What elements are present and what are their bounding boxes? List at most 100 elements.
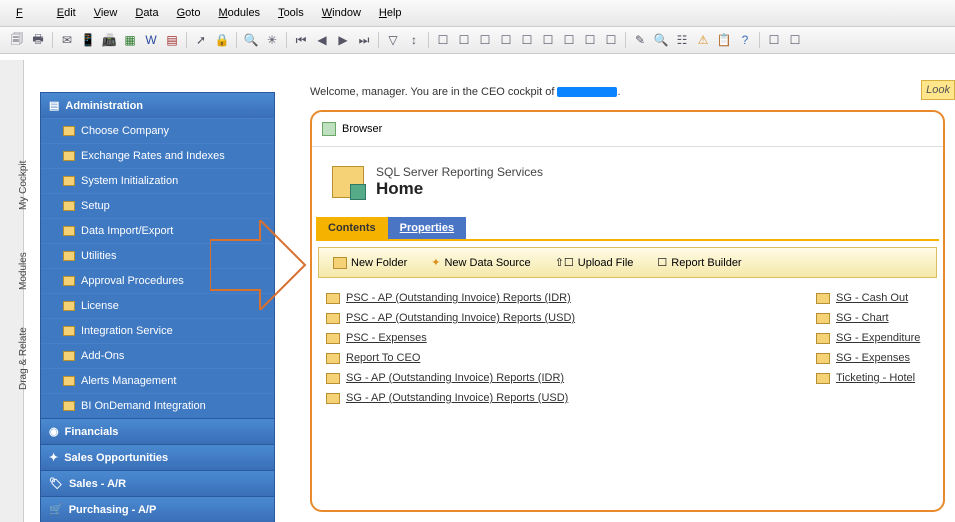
nav-section-purchasing[interactable]: 🛒Purchasing - A/P [41,496,274,522]
nav-item-exchange-rates[interactable]: Exchange Rates and Indexes [41,143,274,168]
nav-item-addons[interactable]: Add-Ons [41,343,274,368]
report-list: PSC - AP (Outstanding Invoice) Reports (… [312,284,943,412]
next-icon[interactable]: ▶ [334,31,352,49]
print-icon[interactable]: 🖶 [29,31,47,49]
doc3-icon[interactable]: ☐ [476,31,494,49]
report-link[interactable]: PSC - Expenses [326,328,816,348]
report-link[interactable]: Ticketing - Hotel [816,368,920,388]
menu-view[interactable]: View [86,4,126,22]
arrow-annotation [210,220,310,310]
report-col-2: SG - Cash Out SG - Chart SG - Expenditur… [816,288,920,408]
word-icon[interactable]: W [142,31,160,49]
report1-icon[interactable]: ☐ [765,31,783,49]
book-icon: ▤ [49,99,59,112]
report-col-1: PSC - AP (Outstanding Invoice) Reports (… [326,288,816,408]
find-icon[interactable]: 🔍 [242,31,260,49]
nav-section-sales-opp[interactable]: ✦Sales Opportunities [41,444,274,470]
folder-icon [326,353,340,364]
folder-icon [816,313,830,324]
nav-item-setup[interactable]: Setup [41,193,274,218]
folder-icon [816,373,830,384]
alert-icon[interactable]: ⚠ [694,31,712,49]
doc5-icon[interactable]: ☐ [518,31,536,49]
doc4-icon[interactable]: ☐ [497,31,515,49]
help-icon[interactable]: ? [736,31,754,49]
nav-item-choose-company[interactable]: Choose Company [41,118,274,143]
new-data-source-button[interactable]: ✦New Data Source [431,256,530,269]
report-link[interactable]: Report To CEO [326,348,816,368]
first-icon[interactable]: ⏮ [292,31,310,49]
search-db-icon[interactable]: 🔍 [652,31,670,49]
report-link[interactable]: PSC - AP (Outstanding Invoice) Reports (… [326,288,816,308]
doc8-icon[interactable]: ☐ [581,31,599,49]
prev-icon[interactable]: ◀ [313,31,331,49]
ssrs-header: SQL Server Reporting Services Home [312,147,943,217]
tab-properties[interactable]: Properties [388,217,466,239]
new-icon[interactable]: ✳ [263,31,281,49]
report-link[interactable]: SG - Expenses [816,348,920,368]
upload-file-button[interactable]: ⇧☐Upload File [555,256,634,269]
browser-icon [322,122,336,136]
report-builder-button[interactable]: ☐Report Builder [657,256,741,269]
doc7-icon[interactable]: ☐ [560,31,578,49]
nav-section-sales-ar[interactable]: 🏷Sales - A/R [41,470,274,496]
query-icon[interactable]: ☷ [673,31,691,49]
folder-icon [63,326,75,336]
welcome-text: Welcome, manager. You are in the CEO coc… [310,86,621,98]
menu-file[interactable]: F [8,4,47,22]
nav-item-alerts[interactable]: Alerts Management [41,368,274,393]
folder-icon [326,333,340,344]
launch-icon[interactable]: ➚ [192,31,210,49]
folder-icon [63,401,75,411]
side-tab-drag[interactable]: Drag & Relate [18,327,29,390]
nav-section-financials[interactable]: ◉Financials [41,418,274,444]
doc2-icon[interactable]: ☐ [455,31,473,49]
nav-item-integration[interactable]: Integration Service [41,318,274,343]
nav-item-bi-ondemand[interactable]: BI OnDemand Integration [41,393,274,418]
handshake-icon: ✦ [49,451,58,464]
last-icon[interactable]: ⏭ [355,31,373,49]
look-button[interactable]: Look [921,80,955,100]
doc1-icon[interactable]: ☐ [434,31,452,49]
preview-icon[interactable]: 🗐 [8,31,26,49]
ssrs-home-label: Home [376,179,543,199]
sort-icon[interactable]: ↕ [405,31,423,49]
folder-icon [63,176,75,186]
menu-data[interactable]: Data [127,4,166,22]
report-link[interactable]: SG - Cash Out [816,288,920,308]
report-link[interactable]: SG - AP (Outstanding Invoice) Reports (U… [326,388,816,408]
lock-icon[interactable]: 🔒 [213,31,231,49]
report-link[interactable]: SG - Chart [816,308,920,328]
folder-icon [816,353,830,364]
menu-goto[interactable]: Goto [169,4,209,22]
pdf-icon[interactable]: ▤ [163,31,181,49]
menu-help[interactable]: Help [371,4,410,22]
folder-icon [326,293,340,304]
nav-header-administration[interactable]: ▤ Administration [41,93,274,118]
nav-item-system-init[interactable]: System Initialization [41,168,274,193]
edit-icon[interactable]: ✎ [631,31,649,49]
menu-window[interactable]: Window [314,4,369,22]
menu-edit[interactable]: Edit [49,4,84,22]
fax-icon[interactable]: 📠 [100,31,118,49]
clip-icon[interactable]: 📋 [715,31,733,49]
report-link[interactable]: SG - Expenditure [816,328,920,348]
email-icon[interactable]: ✉ [58,31,76,49]
new-folder-button[interactable]: New Folder [333,257,407,269]
browser-titlebar: Browser [312,112,943,147]
doc6-icon[interactable]: ☐ [539,31,557,49]
report2-icon[interactable]: ☐ [786,31,804,49]
side-tab-cockpit[interactable]: My Cockpit [18,161,29,210]
tab-contents[interactable]: Contents [316,217,388,239]
menu-tools[interactable]: Tools [270,4,312,22]
report-link[interactable]: PSC - AP (Outstanding Invoice) Reports (… [326,308,816,328]
report-link[interactable]: SG - AP (Outstanding Invoice) Reports (I… [326,368,816,388]
filter-icon[interactable]: ▽ [384,31,402,49]
doc9-icon[interactable]: ☐ [602,31,620,49]
menu-modules[interactable]: Modules [210,4,268,22]
excel-icon[interactable]: ▦ [121,31,139,49]
sms-icon[interactable]: 📱 [79,31,97,49]
folder-icon [63,126,75,136]
side-tab-modules[interactable]: Modules [18,252,29,290]
nav-header-label: Administration [65,100,143,112]
